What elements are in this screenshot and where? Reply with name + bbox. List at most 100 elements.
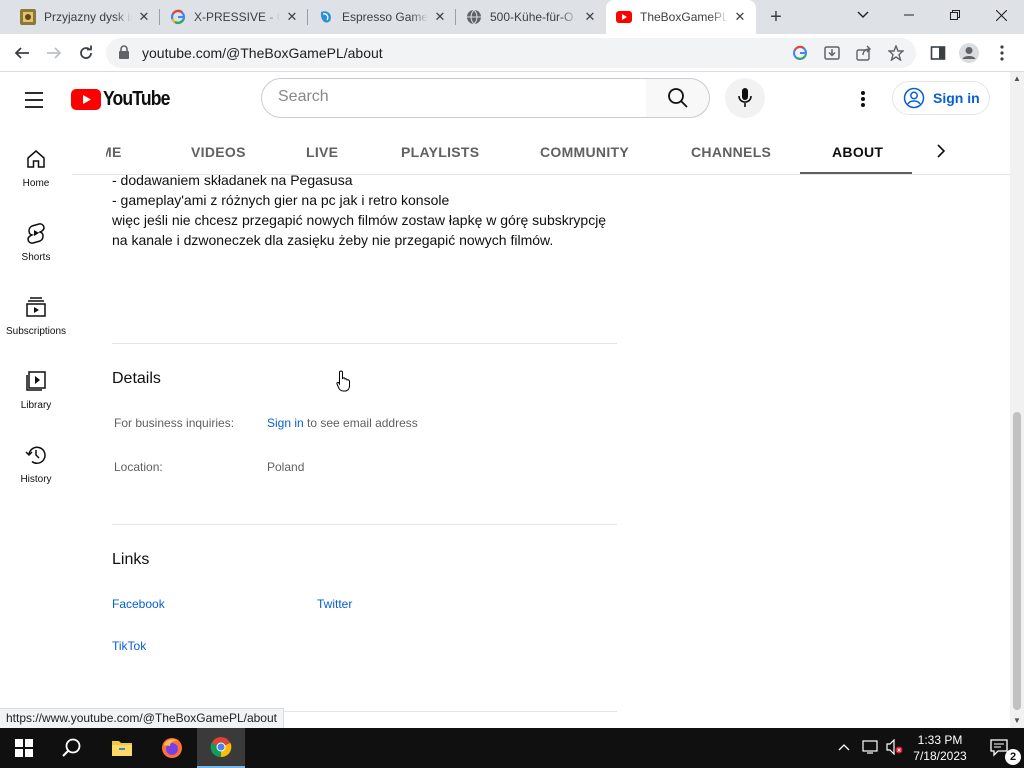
tab-videos[interactable]: VIDEOS [191,128,246,174]
about-content: - dodawaniem składanek na Pegasusa - gam… [72,175,1010,728]
tab-playlists[interactable]: PLAYLISTS [401,128,479,174]
guide-label: Home [22,178,50,189]
guide-item-home[interactable]: Home [0,128,72,202]
firefox-icon [162,738,182,758]
google-lens-icon[interactable] [792,45,808,66]
url-text: youtube.com/@TheBoxGamePL/about [142,45,383,61]
install-app-icon[interactable] [824,45,840,66]
scroll-down-arrow-icon[interactable]: ▼ [1013,716,1021,725]
reload-icon[interactable] [72,39,100,67]
sign-in-link[interactable]: Sign in [267,416,304,430]
guide-item-subscriptions[interactable]: Subscriptions [0,276,72,350]
browser-tab[interactable]: Przyjazny dysk ir ✕ [10,0,160,34]
scroll-up-arrow-icon[interactable]: ▲ [1013,74,1021,83]
sign-in-button[interactable]: Sign in [892,81,990,115]
location-value: Poland [267,460,305,474]
guide-item-shorts[interactable]: Shorts [0,202,72,276]
address-bar[interactable]: youtube.com/@TheBoxGamePL/about [106,38,916,68]
tab-channels[interactable]: CHANNELS [691,128,771,174]
tab-home[interactable]: ME [106,128,122,174]
channel-tabs: ME VIDEOS LIVE PLAYLISTS COMMUNITY CHANN… [72,128,1010,175]
tab-close-icon[interactable]: ✕ [582,9,598,25]
business-inquiries-value: Sign in to see email address [267,416,418,430]
browser-tab[interactable]: Espresso Games ✕ [308,0,456,34]
tab-title: TheBoxGamePL [640,10,728,24]
page-scrollbar[interactable]: ▲ ▼ [1010,72,1024,728]
guide-label: Library [20,400,52,411]
back-arrow-icon[interactable] [8,39,36,67]
voice-search-button[interactable] [725,78,765,118]
youtube-icon [616,9,632,25]
close-window-icon[interactable] [978,0,1024,30]
new-tab-button[interactable]: + [764,6,788,30]
guide-label: Subscriptions [5,326,67,337]
guide-item-history[interactable]: History [0,424,72,498]
sign-in-label: Sign in [933,90,980,106]
tabs-scroll-right-button[interactable] [926,136,956,166]
taskbar-search-button[interactable] [48,728,96,768]
tab-close-icon[interactable]: ✕ [284,9,300,25]
description-line: więc jeśli nie chcesz przegapić nowych f… [112,212,607,228]
youtube-logo-text: YouTube [103,88,170,110]
tab-search-icon[interactable] [840,0,886,30]
tab-about[interactable]: ABOUT [832,128,883,174]
start-button[interactable] [0,728,48,768]
browser-tab-active[interactable]: TheBoxGamePL ✕ [606,0,756,34]
youtube-header: YouTube Sign in [0,72,1010,128]
tab-close-icon[interactable]: ✕ [136,9,152,25]
left-guide: Home Shorts Subscriptions Library Histor… [0,128,72,728]
chrome-button[interactable] [197,728,245,768]
restore-icon[interactable] [932,0,978,30]
minimize-icon[interactable] [886,0,932,30]
twitter-link[interactable]: Twitter [317,597,352,611]
browser-menu-icon[interactable] [988,39,1016,67]
search-icon [667,88,688,108]
tab-live[interactable]: LIVE [306,128,338,174]
notification-count-badge: 2 [1005,749,1021,765]
search-input[interactable] [278,88,628,106]
browser-toolbar: youtube.com/@TheBoxGamePL/about [0,34,1024,72]
network-icon[interactable] [862,739,880,758]
forward-arrow-icon[interactable] [40,39,68,67]
tab-title: Espresso Games [342,10,428,24]
tab-close-icon[interactable]: ✕ [732,9,748,25]
share-icon[interactable] [856,45,872,66]
tab-title: 500-Kühe-für-O [490,10,574,24]
description-line: na kanale i dzwoneczek dla zasięku żeby … [112,232,554,248]
action-center-button[interactable]: 2 [976,728,1024,768]
lock-icon[interactable] [118,45,130,64]
side-panel-icon[interactable] [924,39,952,67]
youtube-logo[interactable]: YouTube [71,88,179,111]
search-icon [62,738,81,757]
scrollbar-thumb[interactable] [1013,412,1021,710]
browser-tab[interactable]: X-PRESSIVE - Go ✕ [160,0,308,34]
hamburger-menu-icon[interactable] [22,88,46,117]
browser-tab-strip: Przyjazny dysk ir ✕ X-PRESSIVE - Go ✕ Es… [0,0,1024,34]
search-button[interactable] [646,78,710,118]
file-explorer-button[interactable] [98,728,146,768]
location-label: Location: [114,460,163,474]
volume-muted-icon[interactable] [886,738,904,758]
tab-community[interactable]: COMMUNITY [540,128,629,174]
bookmark-star-icon[interactable] [887,44,905,66]
divider [112,343,617,344]
links-title: Links [112,551,150,568]
tab-close-icon[interactable]: ✕ [432,9,448,25]
clock-date: 7/18/2023 [913,749,967,763]
search-box[interactable] [261,78,647,118]
windows-logo-icon [15,739,33,757]
show-hidden-icons-icon[interactable] [838,739,850,754]
profile-avatar-icon[interactable] [955,39,983,67]
subscriptions-icon [26,297,46,317]
tab-title: X-PRESSIVE - Go [194,10,280,24]
facebook-link[interactable]: Facebook [112,597,165,611]
espresso-icon [318,9,334,25]
guide-item-library[interactable]: Library [0,350,72,424]
tiktok-link[interactable]: TikTok [112,639,146,653]
browser-tab[interactable]: 500-Kühe-für-O ✕ [456,0,606,34]
firefox-button[interactable] [148,728,196,768]
settings-menu-icon[interactable] [860,90,866,113]
youtube-logo-icon [71,89,101,110]
description-line: - dodawaniem składanek na Pegasusa [112,175,353,188]
system-clock[interactable]: 1:33 PM 7/18/2023 [908,732,972,764]
